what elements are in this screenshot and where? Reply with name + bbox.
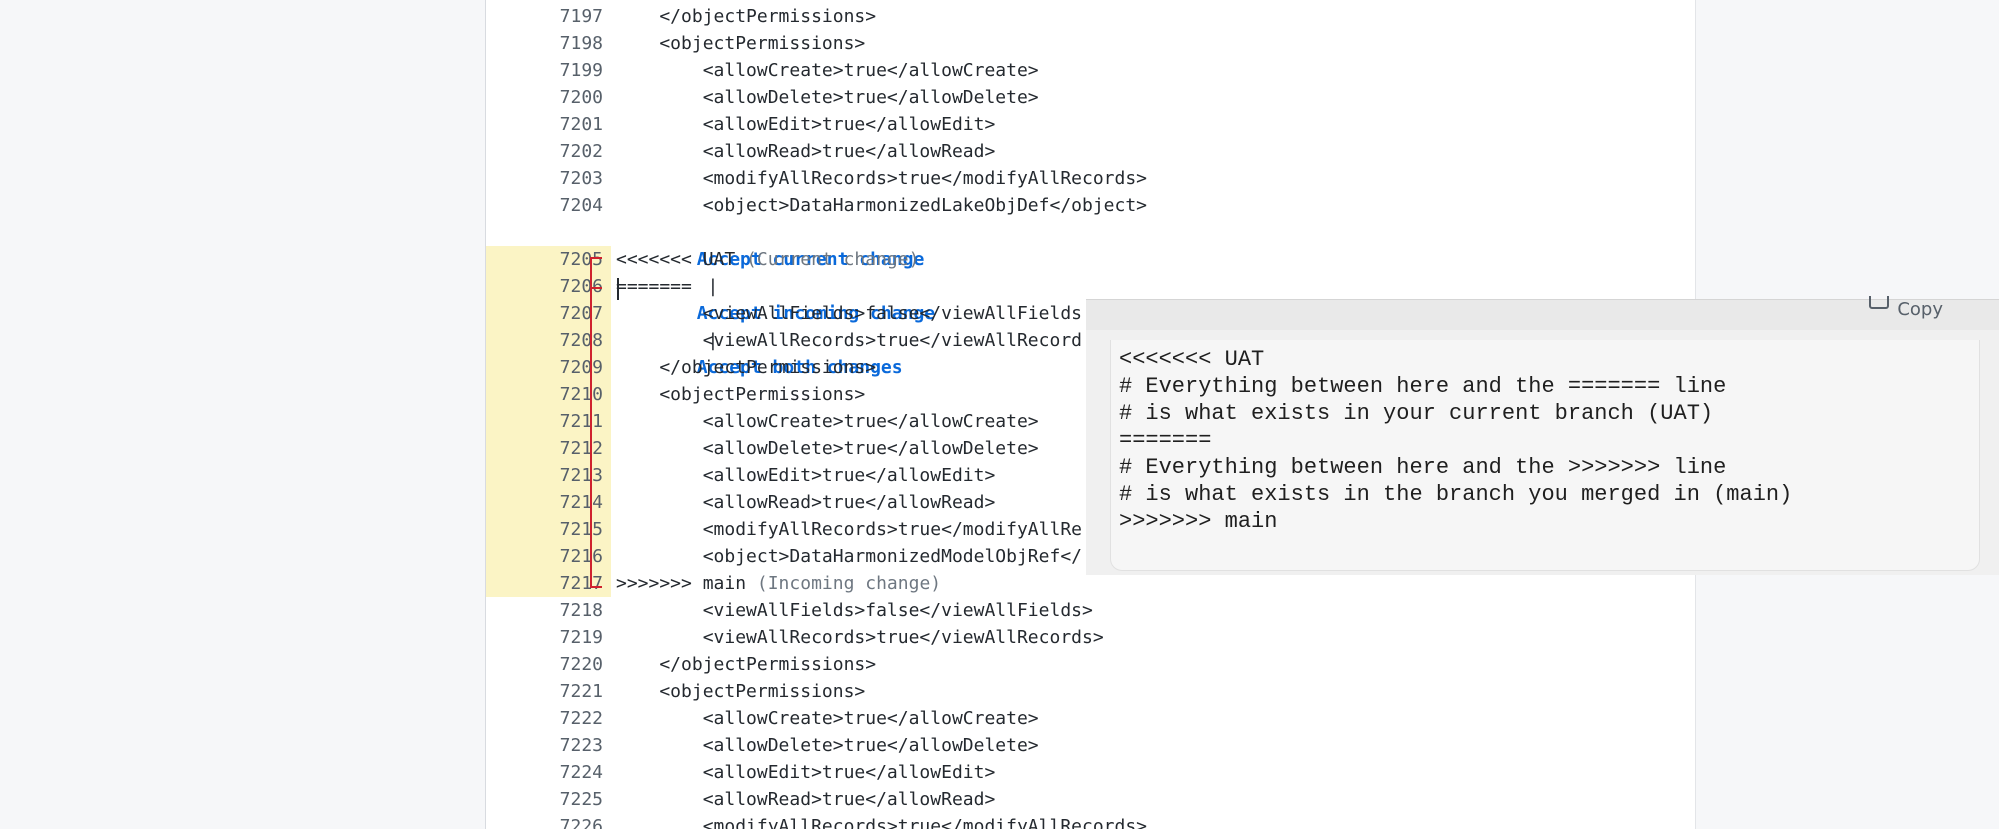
code-text: <modifyAllRecords>true</modifyAllRe xyxy=(616,519,1082,540)
copy-label: Copy xyxy=(1897,299,1943,320)
incoming-change-hint: (Incoming change) xyxy=(746,573,942,594)
line-number: 7222 xyxy=(559,708,603,729)
snippet-line: >>>>>>> main xyxy=(1119,509,1278,534)
code-text: <allowDelete>true</allowDelete> xyxy=(616,87,1039,108)
line-number: 7224 xyxy=(559,762,603,783)
merge-conflict-codelens: Accept current change | Accept incoming … xyxy=(486,219,1695,378)
code-text: <allowRead>true</allowRead> xyxy=(616,492,996,513)
code-text: <allowRead>true</allowRead> xyxy=(616,789,996,810)
code-line[interactable]: 7199 <allowCreate>true</allowCreate> xyxy=(486,57,1695,84)
code-text: <allowEdit>true</allowEdit> xyxy=(616,465,996,486)
code-text: <<<<<<< UAT (Current change) xyxy=(616,246,919,273)
line-number: 7225 xyxy=(559,789,603,810)
code-line[interactable]: 7226 <modifyAllRecords>true</modifyAllRe… xyxy=(486,813,1695,829)
code-text: <allowCreate>true</allowCreate> xyxy=(616,411,1039,432)
snippet-line: # Everything between here and the ======… xyxy=(1119,374,1727,399)
line-number: 7200 xyxy=(559,87,603,108)
code-text: <allowEdit>true</allowEdit> xyxy=(616,114,996,135)
code-text: <allowDelete>true</allowDelete> xyxy=(616,438,1039,459)
code-line[interactable]: 7221 <objectPermissions> xyxy=(486,678,1695,705)
code-text: ======= xyxy=(616,276,692,297)
snippet-line: # is what exists in the branch you merge… xyxy=(1119,482,1793,507)
line-number: 7223 xyxy=(559,735,603,756)
line-number: 7221 xyxy=(559,681,603,702)
snippet-popup-header: Copy xyxy=(1086,296,1999,330)
line-number: 7202 xyxy=(559,141,603,162)
code-line[interactable]: 7220 </objectPermissions> xyxy=(486,651,1695,678)
line-number: 7203 xyxy=(559,168,603,189)
code-text: </objectPermissions> xyxy=(616,357,877,378)
snippet-line: # is what exists in your current branch … xyxy=(1119,401,1714,426)
code-text: <object>DataHarmonizedLakeObjDef</object… xyxy=(616,195,1148,216)
line-number: 7218 xyxy=(559,600,603,621)
conflict-marker-text: >>>>>>> main xyxy=(616,573,747,594)
code-text: </objectPermissions> xyxy=(616,6,877,27)
code-text: <viewAllFields>false</viewAllFields> xyxy=(616,600,1093,621)
code-line[interactable]: 7197 </objectPermissions> xyxy=(486,3,1695,30)
code-line[interactable]: 7198 <objectPermissions> xyxy=(486,30,1695,57)
line-number: 7198 xyxy=(559,33,603,54)
left-panel xyxy=(0,0,486,829)
conflict-marker-text: <<<<<<< UAT xyxy=(616,249,736,270)
code-text: <allowEdit>true</allowEdit> xyxy=(616,762,996,783)
code-text: <objectPermissions> xyxy=(616,384,866,405)
code-text: <allowCreate>true</allowCreate> xyxy=(616,708,1039,729)
code-text: <allowRead>true</allowRead> xyxy=(616,141,996,162)
code-line[interactable]: 7222 <allowCreate>true</allowCreate> xyxy=(486,705,1695,732)
line-number: 7204 xyxy=(559,195,603,216)
copy-button[interactable]: Copy xyxy=(1869,296,1943,324)
code-line[interactable]: 7219 <viewAllRecords>true</viewAllRecord… xyxy=(486,624,1695,651)
code-text: <allowCreate>true</allowCreate> xyxy=(616,60,1039,81)
conflict-separator-tick xyxy=(590,287,602,289)
conflict-marker-current[interactable]: 7205 <<<<<<< UAT (Current change) xyxy=(486,246,1695,273)
code-text: <objectPermissions> xyxy=(616,33,866,54)
copy-icon xyxy=(1869,296,1890,309)
line-number: 7197 xyxy=(559,6,603,27)
code-text: <modifyAllRecords>true</modifyAllRecords… xyxy=(616,816,1148,829)
code-snippet-block: <<<<<<< UAT # Everything between here an… xyxy=(1110,340,1980,571)
snippet-line: <<<<<<< UAT xyxy=(1119,347,1265,372)
conflict-range-bracket xyxy=(590,257,602,588)
code-line[interactable]: 7203 <modifyAllRecords>true</modifyAllRe… xyxy=(486,165,1695,192)
code-line[interactable]: 7223 <allowDelete>true</allowDelete> xyxy=(486,732,1695,759)
code-text: </objectPermissions> xyxy=(616,654,877,675)
line-number: 7220 xyxy=(559,654,603,675)
line-number: 7219 xyxy=(559,627,603,648)
code-text: <viewAllRecords>true</viewAllRecords> xyxy=(616,627,1104,648)
line-number: 7201 xyxy=(559,114,603,135)
code-line[interactable]: 7204 <object>DataHarmonizedLakeObjDef</o… xyxy=(486,192,1695,219)
code-line[interactable]: 7200 <allowDelete>true</allowDelete> xyxy=(486,84,1695,111)
code-line[interactable]: 7201 <allowEdit>true</allowEdit> xyxy=(486,111,1695,138)
code-text: <modifyAllRecords>true</modifyAllRecords… xyxy=(616,168,1148,189)
code-line[interactable]: 7225 <allowRead>true</allowRead> xyxy=(486,786,1695,813)
snippet-popup: Copy <<<<<<< UAT # Everything between he… xyxy=(1086,296,1999,575)
snippet-line: # Everything between here and the >>>>>>… xyxy=(1119,455,1727,480)
code-line[interactable]: 7224 <allowEdit>true</allowEdit> xyxy=(486,759,1695,786)
current-change-hint: (Current change) xyxy=(735,249,920,270)
code-text: <object>DataHarmonizedModelObjRef</ xyxy=(616,546,1082,567)
code-text: >>>>>>> main (Incoming change) xyxy=(616,570,941,597)
code-text: <objectPermissions> xyxy=(616,681,866,702)
conflict-separator-line[interactable]: 7206 ======= xyxy=(486,273,1695,300)
line-number: 7226 xyxy=(559,816,603,829)
code-text: <viewAllRecords>true</viewAllRecord xyxy=(616,330,1082,351)
code-text: <allowDelete>true</allowDelete> xyxy=(616,735,1039,756)
code-line[interactable]: 7218 <viewAllFields>false</viewAllFields… xyxy=(486,597,1695,624)
text-cursor xyxy=(617,278,619,300)
code-line[interactable]: 7202 <allowRead>true</allowRead> xyxy=(486,138,1695,165)
line-number: 7199 xyxy=(559,60,603,81)
snippet-line: ======= xyxy=(1119,428,1212,453)
code-text: <viewAllFields>false</viewAllFields xyxy=(616,303,1082,324)
